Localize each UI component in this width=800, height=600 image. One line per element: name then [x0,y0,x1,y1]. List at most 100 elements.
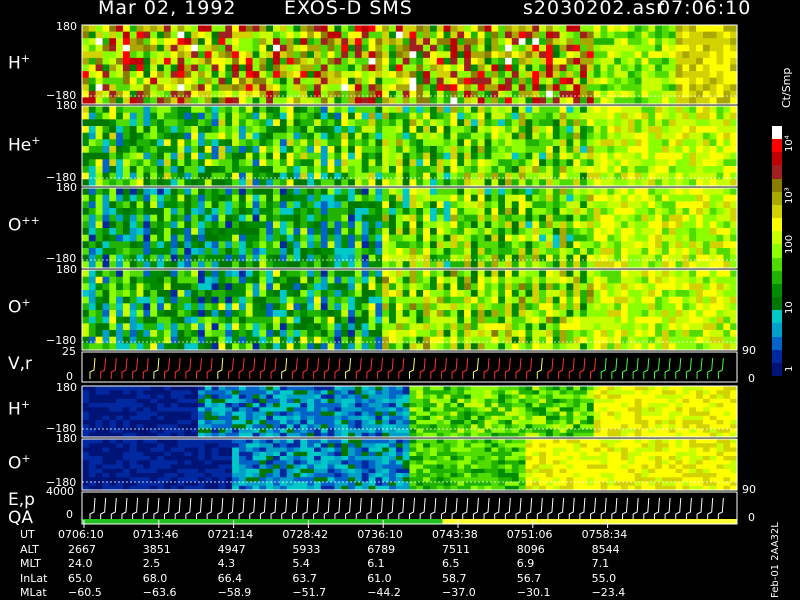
spectrogram-cell [129,386,138,391]
spectrogram-cell [177,119,185,127]
spectrogram-cell [266,146,274,154]
spectrogram-cell [150,303,158,311]
spectrogram-cell [129,424,138,430]
spectrogram-cell [279,57,288,66]
spectrogram-cell [238,38,247,46]
spectrogram-cell [586,51,595,59]
spectrogram-cell [116,283,124,291]
spectrogram-cell [559,31,567,39]
spectrogram-cell [341,44,349,52]
spectrogram-cell [170,139,179,147]
spectrogram-cell [655,254,663,262]
spectrogram-cell [668,188,677,196]
spectrogram-cell [641,166,649,174]
spectrogram-cell [436,310,445,318]
spectrogram-cell [559,25,567,33]
spectrogram-cell [498,38,506,46]
spectrogram-cell [409,139,417,147]
spectrogram-cell [607,241,615,249]
spectrogram-cell [621,152,629,160]
spectrogram-cell [218,386,226,391]
spectrogram-cell [573,139,581,147]
spectrogram-cell [668,241,677,249]
spectrogram-cell [314,57,322,66]
spectrogram-cell [238,194,247,202]
spectrogram-cell [661,194,670,202]
spectrogram-cell [498,159,506,167]
spectrogram-cell [723,44,731,52]
spectrogram-cell [593,159,602,167]
spectrogram-cell [723,296,731,304]
spectrogram-cell [586,234,595,242]
spectrogram-cell [361,201,370,209]
spectrogram-cell [402,57,411,66]
spectrogram-cell [464,77,472,85]
spectrogram-cell [409,228,417,236]
spectrogram-cell [627,290,636,298]
spectrogram-cell [402,194,411,202]
spectrogram-cell [621,126,629,134]
spectrogram-cell [300,146,308,154]
spectrogram-cell [416,214,424,222]
spectrogram-cell [498,234,506,242]
spectrogram-cell [232,166,240,174]
spectrogram-cell [102,411,110,417]
spectrogram-cell [252,188,260,196]
spectrogram-cell [95,270,103,278]
spectrogram-cell [668,330,677,338]
spectrogram-cell [614,51,622,59]
spectrogram-cell [238,290,247,298]
spectrogram-cell [320,188,329,196]
spectrogram-cell [150,38,158,46]
spectrogram-cell [259,57,267,66]
spectrogram-cell [723,146,731,154]
spectrogram-cell [136,44,144,52]
spectrogram-cell [122,254,131,262]
spectrogram-cell [88,71,97,79]
spectrogram-cell [716,330,724,338]
spectrogram-cell [163,283,172,291]
spectrogram-cell [423,323,431,331]
spectrogram-cell [320,276,329,284]
spectrogram-cell [600,106,608,114]
spectrogram-cell [348,208,356,216]
spectrogram-cell [430,112,438,120]
spectrogram-cell [436,283,445,291]
spectrogram-cell [723,276,731,284]
spectrogram-cell [238,71,247,79]
spectrogram-cell [668,228,677,236]
spectrogram-cell [539,248,547,256]
spectrogram-cell [191,31,199,39]
spectrogram-cell [198,119,206,127]
spectrogram-cell [696,71,704,79]
spectrogram-cell [518,208,527,216]
spectrogram-cell [661,296,670,304]
spectrogram-cell [395,51,404,59]
spectrogram-cell [82,403,90,408]
spectrogram-cell [546,38,554,46]
spectrogram-cell [648,270,656,278]
spectrogram-cell [511,228,520,236]
spectrogram-cell [716,112,724,120]
spectrogram-cell [409,44,417,52]
spectrogram-cell [245,159,254,167]
spectrogram-cell [716,208,724,216]
spectrogram-cell [491,166,499,174]
spectrogram-cell [730,208,738,216]
spectrogram-cell [532,166,540,174]
spectrogram-cell [607,44,615,52]
spectrogram-cell [689,290,697,298]
spectrogram-cell [225,316,233,324]
spectrogram-cell [593,310,602,318]
spectrogram-cell [464,194,472,202]
spectrogram-cell [143,51,151,59]
spectrogram-cell [252,407,260,413]
spectrogram-cell [402,126,411,134]
spectrogram-cell [546,194,554,202]
spectrogram-cell [184,106,192,114]
spectrogram-cell [177,403,185,408]
spectrogram-cell [204,323,213,331]
spectrogram-cell [511,64,520,72]
spectrogram-cell [730,159,738,167]
spectrogram-cell [395,159,404,167]
